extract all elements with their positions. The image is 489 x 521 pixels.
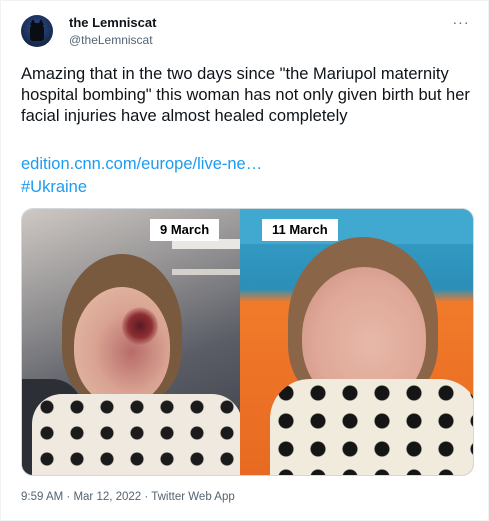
tweet-header: the Lemniscat @theLemniscat ··· — [21, 11, 472, 55]
photo-before[interactable]: 9 March — [22, 209, 240, 475]
tweet-date[interactable]: Mar 12, 2022 — [73, 491, 141, 503]
tweet-card: the Lemniscat @theLemniscat ··· Amazing … — [0, 0, 489, 521]
date-label-after: 11 March — [262, 219, 338, 241]
media-attachment[interactable]: 9 March 11 March — [21, 208, 474, 476]
tweet-source[interactable]: Twitter Web App — [151, 491, 235, 503]
bed-frame-rail — [172, 269, 240, 275]
meta-separator: · — [141, 491, 152, 503]
photo-after[interactable]: 11 March — [240, 209, 473, 475]
more-options-icon[interactable]: ··· — [450, 11, 472, 33]
user-handle[interactable]: @theLemniscat — [69, 32, 156, 48]
face — [74, 287, 170, 405]
facial-injury — [122, 307, 158, 345]
tweet-text: Amazing that in the two days since "the … — [21, 65, 470, 125]
cat-silhouette-icon — [30, 19, 44, 41]
tweet-time[interactable]: 9:59 AM — [21, 491, 63, 503]
author-names: the Lemniscat @theLemniscat — [69, 11, 156, 48]
display-name[interactable]: the Lemniscat — [69, 15, 156, 31]
polka-dot-blanket — [32, 394, 240, 475]
polka-dot-blanket — [270, 379, 473, 475]
tweet-metadata: 9:59 AM · Mar 12, 2022 · Twitter Web App — [21, 489, 235, 505]
hashtag-link[interactable]: #Ukraine — [21, 177, 87, 198]
meta-separator: · — [63, 491, 74, 503]
date-label-before: 9 March — [150, 219, 220, 241]
article-link[interactable]: edition.cnn.com/europe/live-ne… — [21, 154, 262, 175]
avatar[interactable] — [21, 15, 53, 47]
